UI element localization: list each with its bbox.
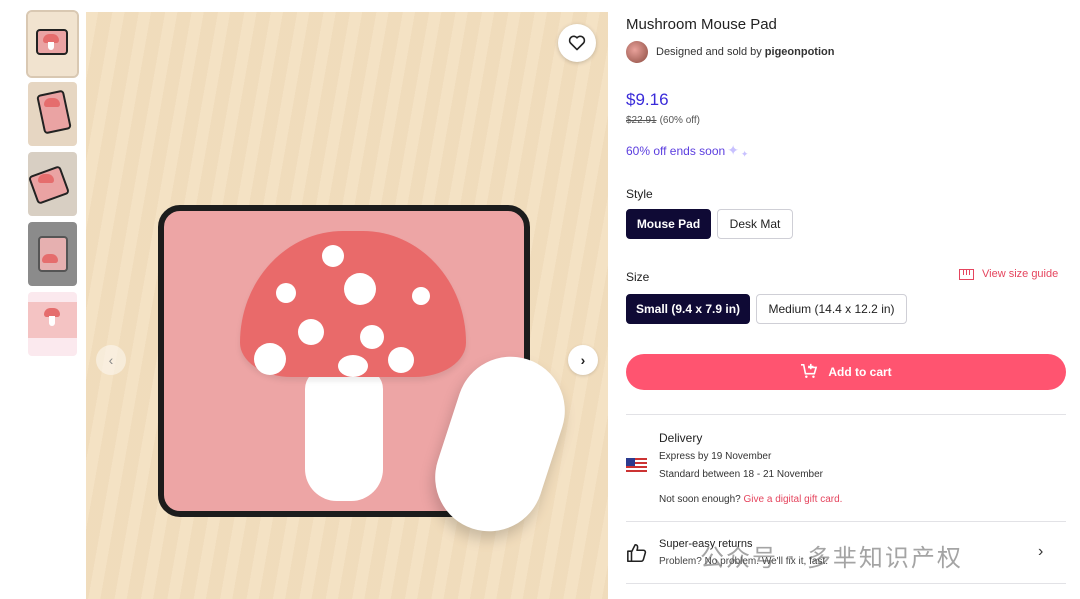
add-to-cart-label: Add to cart <box>828 365 892 379</box>
delivery-standard: Standard between 18 - 21 November <box>659 469 823 480</box>
seller-prefix: Designed and sold by <box>656 46 762 58</box>
seller-line: Designed and sold by pigeonpotion <box>626 41 834 63</box>
ruler-icon <box>959 268 974 280</box>
thumbnail-list <box>26 10 79 362</box>
original-price-line: $22.91 (60% off) <box>626 115 700 126</box>
style-option-mouse-pad[interactable]: Mouse Pad <box>626 209 711 239</box>
avatar[interactable] <box>626 41 648 63</box>
chevron-right-icon[interactable]: › <box>1038 543 1043 561</box>
discount-text: (60% off) <box>659 115 700 126</box>
chevron-right-icon[interactable]: › <box>568 345 598 375</box>
thumbnail-3[interactable] <box>28 152 77 216</box>
thumbnail-1[interactable] <box>26 10 79 78</box>
thumbnail-5[interactable] <box>28 292 77 356</box>
sparkle-small-icon: ✦ <box>740 149 749 159</box>
thumbnail-4[interactable] <box>28 222 77 286</box>
divider <box>626 583 1066 584</box>
thumbs-up-icon <box>626 542 648 569</box>
chevron-left-icon[interactable]: ‹ <box>96 345 126 375</box>
divider <box>626 521 1066 522</box>
product-main-image <box>86 12 608 599</box>
mushroom-cap <box>240 231 466 377</box>
delivery-gift-line: Not soon enough? Give a digital gift car… <box>659 494 842 505</box>
cart-plus-icon <box>800 363 818 382</box>
us-flag-icon <box>626 458 647 472</box>
size-option-small[interactable]: Small (9.4 x 7.9 in) <box>626 294 750 324</box>
delivery-express: Express by 19 November <box>659 451 772 462</box>
divider <box>626 414 1066 415</box>
promo-banner: 60% off ends soon ✦ ✦ <box>626 141 748 160</box>
delivery-title: Delivery <box>659 431 703 445</box>
size-guide-label: View size guide <box>982 268 1059 280</box>
gift-card-link[interactable]: Give a digital gift card. <box>744 494 843 505</box>
mushroom-stem <box>305 369 383 501</box>
watermark-text: 公众号 · 多芈知识产权 <box>700 544 963 572</box>
size-guide-link[interactable]: View size guide <box>959 268 1058 280</box>
size-option-medium[interactable]: Medium (14.4 x 12.2 in) <box>756 294 907 324</box>
delivery-question: Not soon enough? <box>659 494 741 505</box>
seller-name-link[interactable]: pigeonpotion <box>765 46 835 58</box>
thumbnail-2[interactable] <box>28 82 77 146</box>
sparkle-icon: ✦ <box>727 142 739 158</box>
price: $9.16 <box>626 90 669 109</box>
heart-icon[interactable] <box>558 24 596 62</box>
product-title: Mushroom Mouse Pad <box>626 16 777 33</box>
style-label: Style <box>626 187 653 201</box>
add-to-cart-button[interactable]: Add to cart <box>626 354 1066 390</box>
promo-text: 60% off ends soon <box>626 143 726 158</box>
original-price: $22.91 <box>626 115 657 126</box>
size-label: Size <box>626 270 650 284</box>
style-option-desk-mat[interactable]: Desk Mat <box>717 209 793 239</box>
